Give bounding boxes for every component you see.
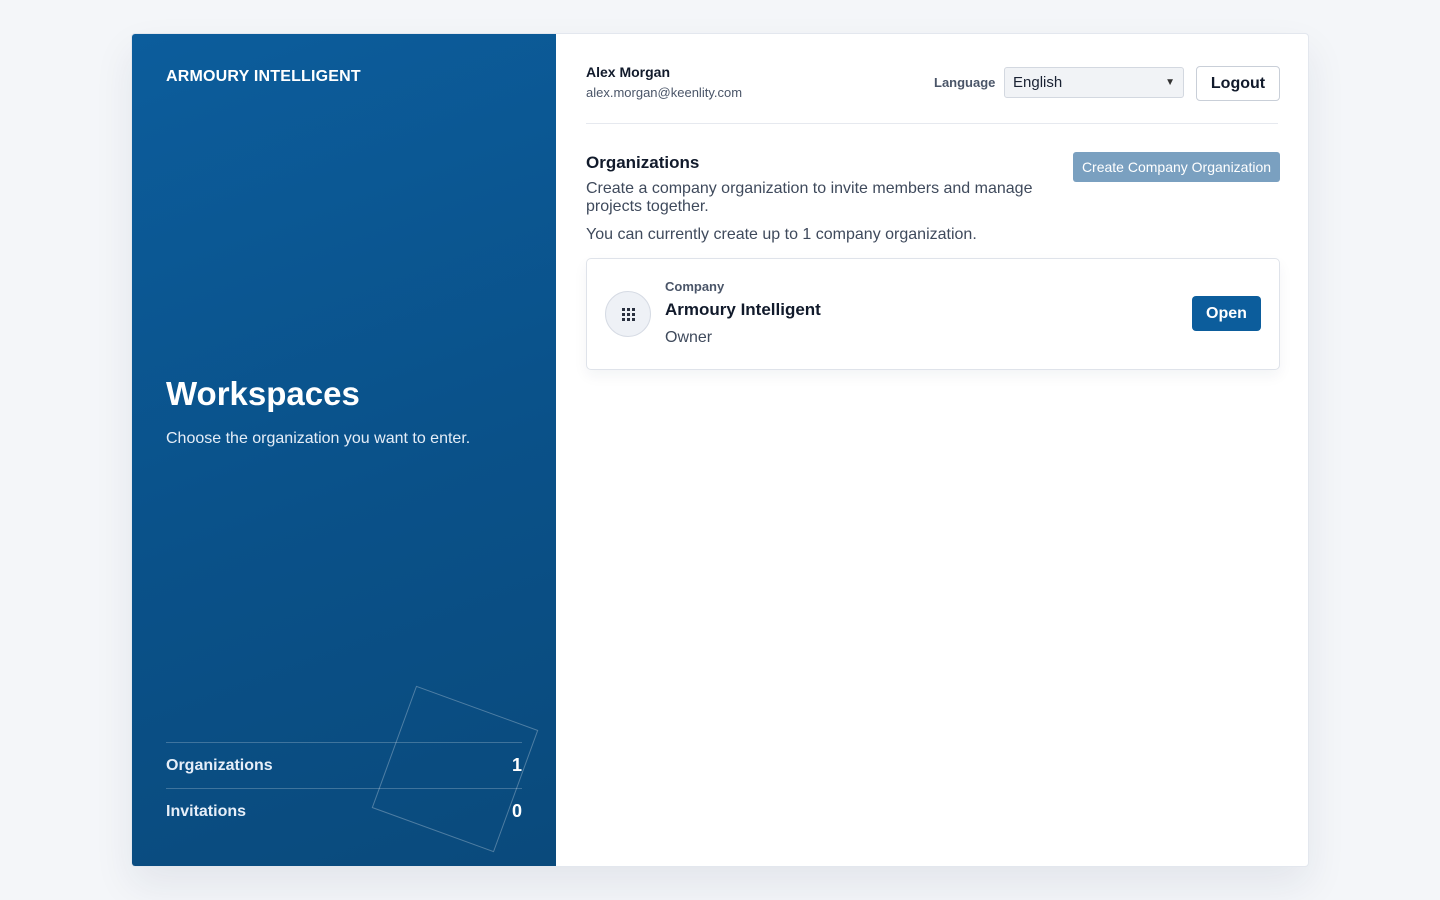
caret-down-icon: ▼ (1165, 77, 1175, 88)
user-name: Alex Morgan (586, 64, 671, 80)
organization-card: Company Armoury Intelligent Owner Open (586, 258, 1280, 370)
stat-value: 0 (511, 801, 522, 821)
organization-name: Armoury Intelligent (665, 300, 821, 319)
page-subtitle: Choose the organization you want to ente… (166, 430, 471, 447)
user-header: Alex Morgan alex.morgan@keenlity.com Lan… (586, 34, 1280, 124)
language-label: Language (934, 75, 996, 90)
stat-label: Invitations (166, 802, 247, 820)
organizations-description: Create a company organization to invite … (586, 180, 1033, 215)
organization-role: Owner (665, 329, 713, 346)
sidebar-panel: ARMOURY INTELLIGENT Workspaces Choose th… (132, 34, 556, 866)
language-select-value: English (1013, 74, 1063, 91)
language-select[interactable]: English ▼ (1004, 67, 1184, 98)
stat-organizations: Organizations 1 (166, 742, 522, 788)
logout-button[interactable]: Logout (1196, 66, 1280, 101)
organizations-limit-text: You can currently create up to 1 company… (586, 226, 977, 243)
create-company-organization-button[interactable]: Create Company Organization (1073, 152, 1280, 182)
brand-logo-text: ARMOURY INTELLIGENT (166, 68, 361, 85)
stat-invitations: Invitations 0 (166, 788, 522, 834)
open-organization-button[interactable]: Open (1192, 296, 1261, 331)
organization-type: Company (665, 279, 725, 294)
page-title: Workspaces (166, 375, 360, 412)
stats-list: Organizations 1 Invitations 0 (166, 742, 522, 834)
organizations-heading: Organizations (586, 153, 700, 172)
main-panel: Alex Morgan alex.morgan@keenlity.com Lan… (556, 34, 1308, 866)
user-email: alex.morgan@keenlity.com (586, 85, 743, 100)
stat-value: 1 (511, 755, 522, 775)
grid-icon (605, 291, 651, 337)
stat-label: Organizations (166, 756, 273, 774)
workspace-window: ARMOURY INTELLIGENT Workspaces Choose th… (131, 33, 1309, 867)
